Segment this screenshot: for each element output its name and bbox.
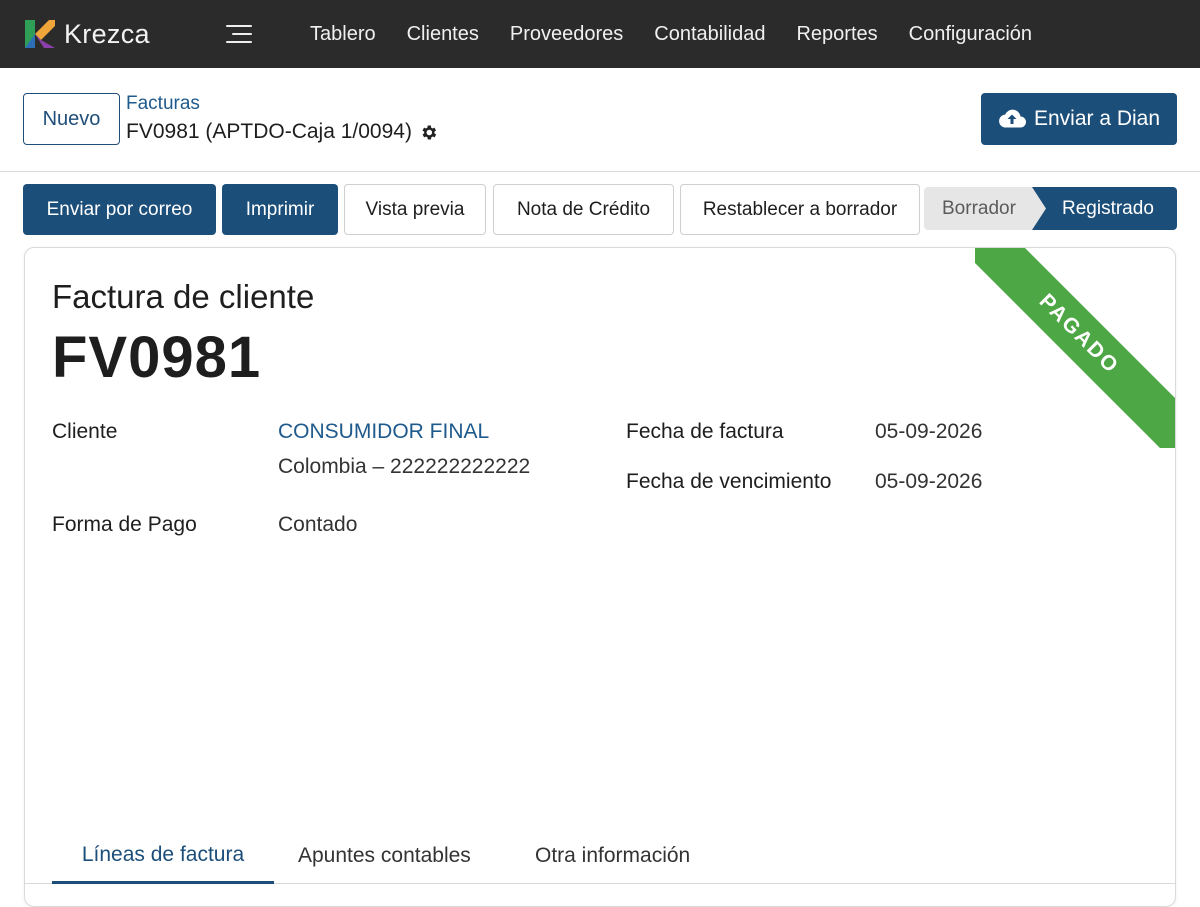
main-menu: Tablero Clientes Proveedores Contabilida… bbox=[310, 23, 1063, 46]
notebook-tabs: Líneas de factura Apuntes contables Otra… bbox=[25, 828, 1175, 884]
nav-item-configuracion[interactable]: Configuración bbox=[909, 23, 1032, 46]
nav-item-clientes[interactable]: Clientes bbox=[407, 23, 479, 46]
breadcrumb-parent[interactable]: Facturas bbox=[126, 93, 200, 115]
stage-posted[interactable]: Registrado bbox=[1032, 187, 1177, 230]
brand-name: Krezca bbox=[64, 18, 150, 49]
top-navbar: Krezca Tablero Clientes Proveedores Cont… bbox=[0, 0, 1200, 68]
invoice-date-value[interactable]: 05-09-2026 bbox=[875, 420, 982, 444]
cloud-upload-icon bbox=[999, 109, 1026, 128]
control-panel: Nuevo Facturas FV0981 (APTDO-Caja 1/0094… bbox=[0, 68, 1200, 172]
payment-method-value[interactable]: Contado bbox=[278, 513, 357, 537]
send-dian-button[interactable]: Enviar a Dian bbox=[981, 93, 1177, 145]
send-email-button[interactable]: Enviar por correo bbox=[23, 184, 216, 235]
customer-label: Cliente bbox=[52, 420, 118, 443]
invoice-number: FV0981 bbox=[52, 325, 262, 390]
print-button[interactable]: Imprimir bbox=[222, 184, 338, 235]
credit-note-button[interactable]: Nota de Crédito bbox=[493, 184, 674, 235]
reset-draft-button[interactable]: Restablecer a borrador bbox=[680, 184, 920, 235]
due-date-value[interactable]: 05-09-2026 bbox=[875, 470, 982, 494]
nav-item-contabilidad[interactable]: Contabilidad bbox=[654, 23, 765, 46]
tab-other-info[interactable]: Otra información bbox=[535, 828, 690, 884]
breadcrumb-current: FV0981 (APTDO-Caja 1/0094) bbox=[126, 120, 438, 144]
payment-method-label: Forma de Pago bbox=[52, 513, 197, 536]
stage-draft[interactable]: Borrador bbox=[924, 187, 1054, 230]
due-date-label: Fecha de vencimiento bbox=[626, 470, 832, 493]
nav-item-reportes[interactable]: Reportes bbox=[796, 23, 877, 46]
menu-toggle-icon[interactable] bbox=[226, 24, 252, 44]
tab-journal-items[interactable]: Apuntes contables bbox=[298, 828, 471, 884]
paid-ribbon: PAGADO bbox=[975, 248, 1175, 448]
nav-item-tablero[interactable]: Tablero bbox=[310, 23, 376, 46]
invoice-date-label: Fecha de factura bbox=[626, 420, 784, 443]
gear-icon[interactable] bbox=[419, 123, 438, 142]
krezca-logo-icon bbox=[25, 20, 55, 48]
nav-item-proveedores[interactable]: Proveedores bbox=[510, 23, 623, 46]
invoice-sheet: PAGADO Factura de cliente FV0981 Cliente… bbox=[24, 247, 1176, 907]
customer-address: Colombia – 222222222222 bbox=[278, 455, 531, 478]
customer-link[interactable]: CONSUMIDOR FINAL bbox=[278, 420, 489, 444]
brand[interactable]: Krezca bbox=[22, 17, 222, 51]
preview-button[interactable]: Vista previa bbox=[344, 184, 486, 235]
tab-invoice-lines[interactable]: Líneas de factura bbox=[52, 828, 274, 884]
paid-ribbon-wrap: PAGADO bbox=[975, 248, 1175, 448]
new-button[interactable]: Nuevo bbox=[23, 93, 120, 145]
send-dian-label: Enviar a Dian bbox=[1033, 107, 1161, 130]
status-bar: Borrador Registrado bbox=[924, 187, 1177, 230]
document-type: Factura de cliente bbox=[52, 278, 315, 315]
breadcrumb-current-label: FV0981 (APTDO-Caja 1/0094) bbox=[126, 120, 412, 143]
